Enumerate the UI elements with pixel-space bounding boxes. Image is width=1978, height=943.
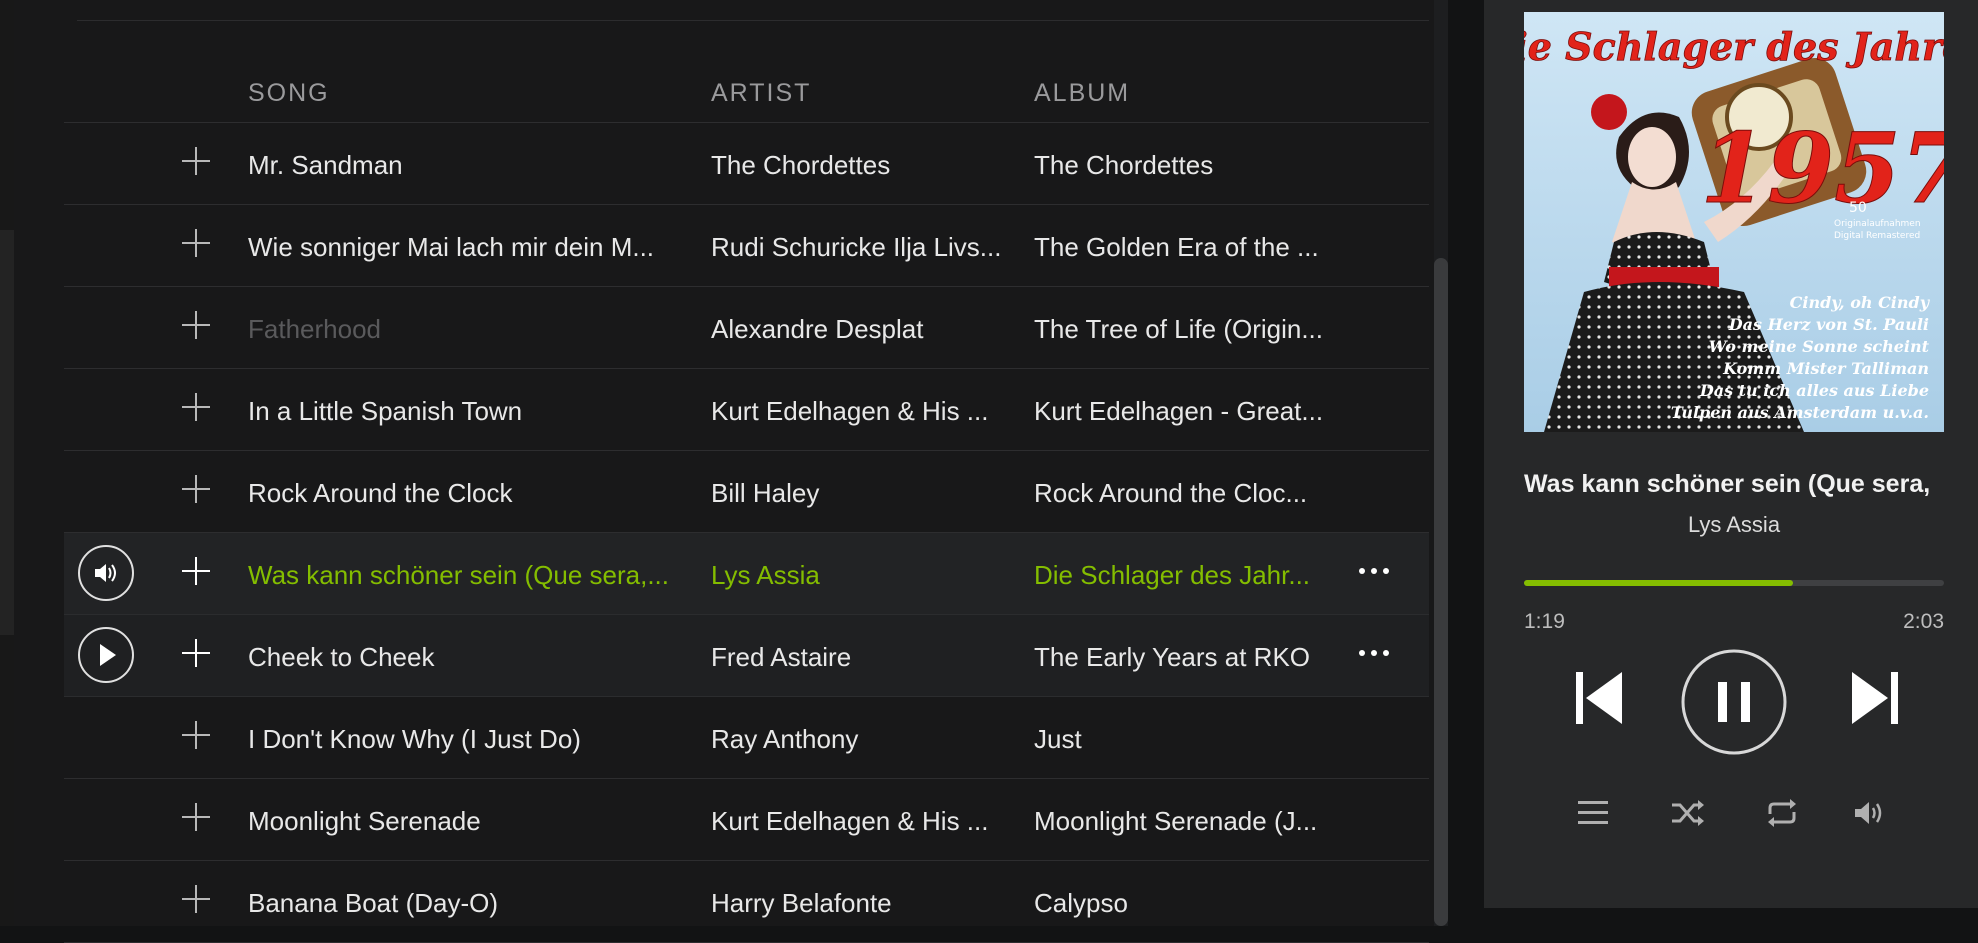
track-artist[interactable]: Kurt Edelhagen & His ... [711, 806, 1011, 837]
album-cover[interactable]: Die Schlager des Jahres 1957 50 Original… [1524, 12, 1944, 432]
add-track-plus-icon[interactable] [179, 144, 213, 178]
track-album[interactable]: Die Schlager des Jahr... [1034, 560, 1339, 591]
add-track-plus-icon[interactable] [179, 718, 213, 752]
track-row[interactable]: Moonlight Serenade Kurt Edelhagen & His … [64, 779, 1429, 861]
track-song[interactable]: Fatherhood [248, 314, 678, 345]
add-track-plus-icon[interactable] [179, 390, 213, 424]
track-row-hovered[interactable]: Cheek to Cheek Fred Astaire The Early Ye… [64, 615, 1429, 697]
add-track-plus-icon[interactable] [179, 800, 213, 834]
track-row[interactable]: Banana Boat (Day-O) Harry Belafonte Caly… [64, 861, 1429, 943]
track-artist[interactable]: Ray Anthony [711, 724, 1011, 755]
track-artist[interactable]: Kurt Edelhagen & His ... [711, 396, 1011, 427]
track-album[interactable]: The Chordettes [1034, 150, 1339, 181]
album-cover-year: 1957 [1700, 112, 1944, 225]
track-row[interactable]: In a Little Spanish Town Kurt Edelhagen … [64, 369, 1429, 451]
column-header-row: SONG ARTIST ALBUM [64, 60, 1429, 123]
album-cover-track-3: Wo meine Sonne scheint [1709, 337, 1930, 356]
track-row-now-playing[interactable]: Was kann schöner sein (Que sera,... Lys … [64, 533, 1429, 615]
track-song[interactable]: In a Little Spanish Town [248, 396, 678, 427]
playback-progress-bar[interactable] [1524, 580, 1944, 586]
add-track-plus-icon[interactable] [179, 472, 213, 506]
track-artist[interactable]: Fred Astaire [711, 642, 1011, 673]
now-playing-artist[interactable]: Lys Assia [1484, 512, 1978, 538]
column-header-song[interactable]: SONG [248, 79, 330, 108]
repeat-icon[interactable] [1764, 798, 1800, 828]
skip-back-icon[interactable] [1572, 668, 1626, 728]
pause-icon[interactable] [1680, 648, 1788, 756]
album-cover-track-6: Tulpen aus Amsterdam u.v.a. [1671, 403, 1929, 422]
album-cover-count: 50 [1849, 200, 1867, 216]
track-album[interactable]: The Tree of Life (Origin... [1034, 314, 1339, 345]
total-duration: 2:03 [1903, 610, 1944, 633]
play-icon[interactable] [78, 627, 134, 683]
scrollbar-thumb[interactable] [1434, 258, 1448, 926]
track-song[interactable]: Wie sonniger Mai lach mir dein M... [248, 232, 678, 263]
track-artist[interactable]: Alexandre Desplat [711, 314, 1011, 345]
speaker-icon[interactable] [78, 545, 134, 601]
more-icon[interactable] [1356, 561, 1392, 581]
track-album[interactable]: Kurt Edelhagen - Great... [1034, 396, 1339, 427]
add-track-plus-icon[interactable] [179, 554, 213, 588]
album-cover-subtitle-1: Originalaufnahmen [1834, 219, 1921, 229]
top-divider [77, 20, 1429, 21]
more-icon[interactable] [1356, 643, 1392, 663]
track-row[interactable]: Rock Around the Clock Bill Haley Rock Ar… [64, 451, 1429, 533]
add-track-plus-icon[interactable] [179, 636, 213, 670]
tracklist-panel: SONG ARTIST ALBUM Mr. Sandman The Chorde… [14, 0, 1434, 943]
column-header-album[interactable]: ALBUM [1034, 79, 1130, 108]
skip-forward-icon[interactable] [1848, 668, 1902, 728]
album-cover-track-2: Das Herz von St. Pauli [1728, 315, 1929, 334]
track-album[interactable]: The Golden Era of the ... [1034, 232, 1339, 263]
track-row[interactable]: Wie sonniger Mai lach mir dein M... Rudi… [64, 205, 1429, 287]
track-artist[interactable]: The Chordettes [711, 150, 1011, 181]
now-playing-title[interactable]: Was kann schöner sein (Que sera, [1524, 470, 1944, 499]
panel-gap [1448, 0, 1484, 926]
track-album[interactable]: Moonlight Serenade (J... [1034, 806, 1339, 837]
elapsed-time: 1:19 [1524, 610, 1565, 633]
track-album[interactable]: The Early Years at RKO [1034, 642, 1339, 673]
track-song[interactable]: Moonlight Serenade [248, 806, 678, 837]
album-cover-track-1: Cindy, oh Cindy [1790, 293, 1931, 312]
track-song[interactable]: Banana Boat (Day-O) [248, 888, 678, 919]
shuffle-icon[interactable] [1670, 798, 1706, 828]
track-artist[interactable]: Bill Haley [711, 478, 1011, 509]
queue-icon[interactable] [1576, 798, 1610, 828]
now-playing-panel: Die Schlager des Jahres 1957 50 Original… [1484, 0, 1978, 908]
track-row[interactable]: I Don't Know Why (I Just Do) Ray Anthony… [64, 697, 1429, 779]
album-cover-title: Die Schlager des Jahres [1524, 24, 1944, 69]
volume-icon[interactable] [1852, 798, 1888, 828]
add-track-plus-icon[interactable] [179, 226, 213, 260]
playback-progress-fill [1524, 580, 1793, 586]
album-cover-track-4: Komm Mister Talliman [1722, 359, 1929, 378]
album-cover-track-5: Das tu ich alles aus Liebe [1699, 381, 1929, 400]
track-album[interactable]: Just [1034, 724, 1339, 755]
track-song[interactable]: Mr. Sandman [248, 150, 678, 181]
add-track-plus-icon[interactable] [179, 882, 213, 916]
track-artist[interactable]: Rudi Schuricke Ilja Livs... [711, 232, 1011, 263]
track-artist[interactable]: Lys Assia [711, 560, 1011, 591]
add-track-plus-icon[interactable] [179, 308, 213, 342]
track-song[interactable]: Rock Around the Clock [248, 478, 678, 509]
left-edge-panel [0, 0, 14, 926]
left-edge-accent [0, 230, 14, 635]
track-album[interactable]: Rock Around the Cloc... [1034, 478, 1339, 509]
album-cover-subtitle-2: Digital Remastered [1834, 231, 1920, 241]
track-song[interactable]: Cheek to Cheek [248, 642, 678, 673]
track-artist[interactable]: Harry Belafonte [711, 888, 1011, 919]
track-album[interactable]: Calypso [1034, 888, 1339, 919]
track-row-unavailable[interactable]: Fatherhood Alexandre Desplat The Tree of… [64, 287, 1429, 369]
column-header-artist[interactable]: ARTIST [711, 79, 811, 108]
track-row[interactable]: Mr. Sandman The Chordettes The Chordette… [64, 123, 1429, 205]
track-song[interactable]: Was kann schöner sein (Que sera,... [248, 560, 678, 591]
track-song[interactable]: I Don't Know Why (I Just Do) [248, 724, 678, 755]
